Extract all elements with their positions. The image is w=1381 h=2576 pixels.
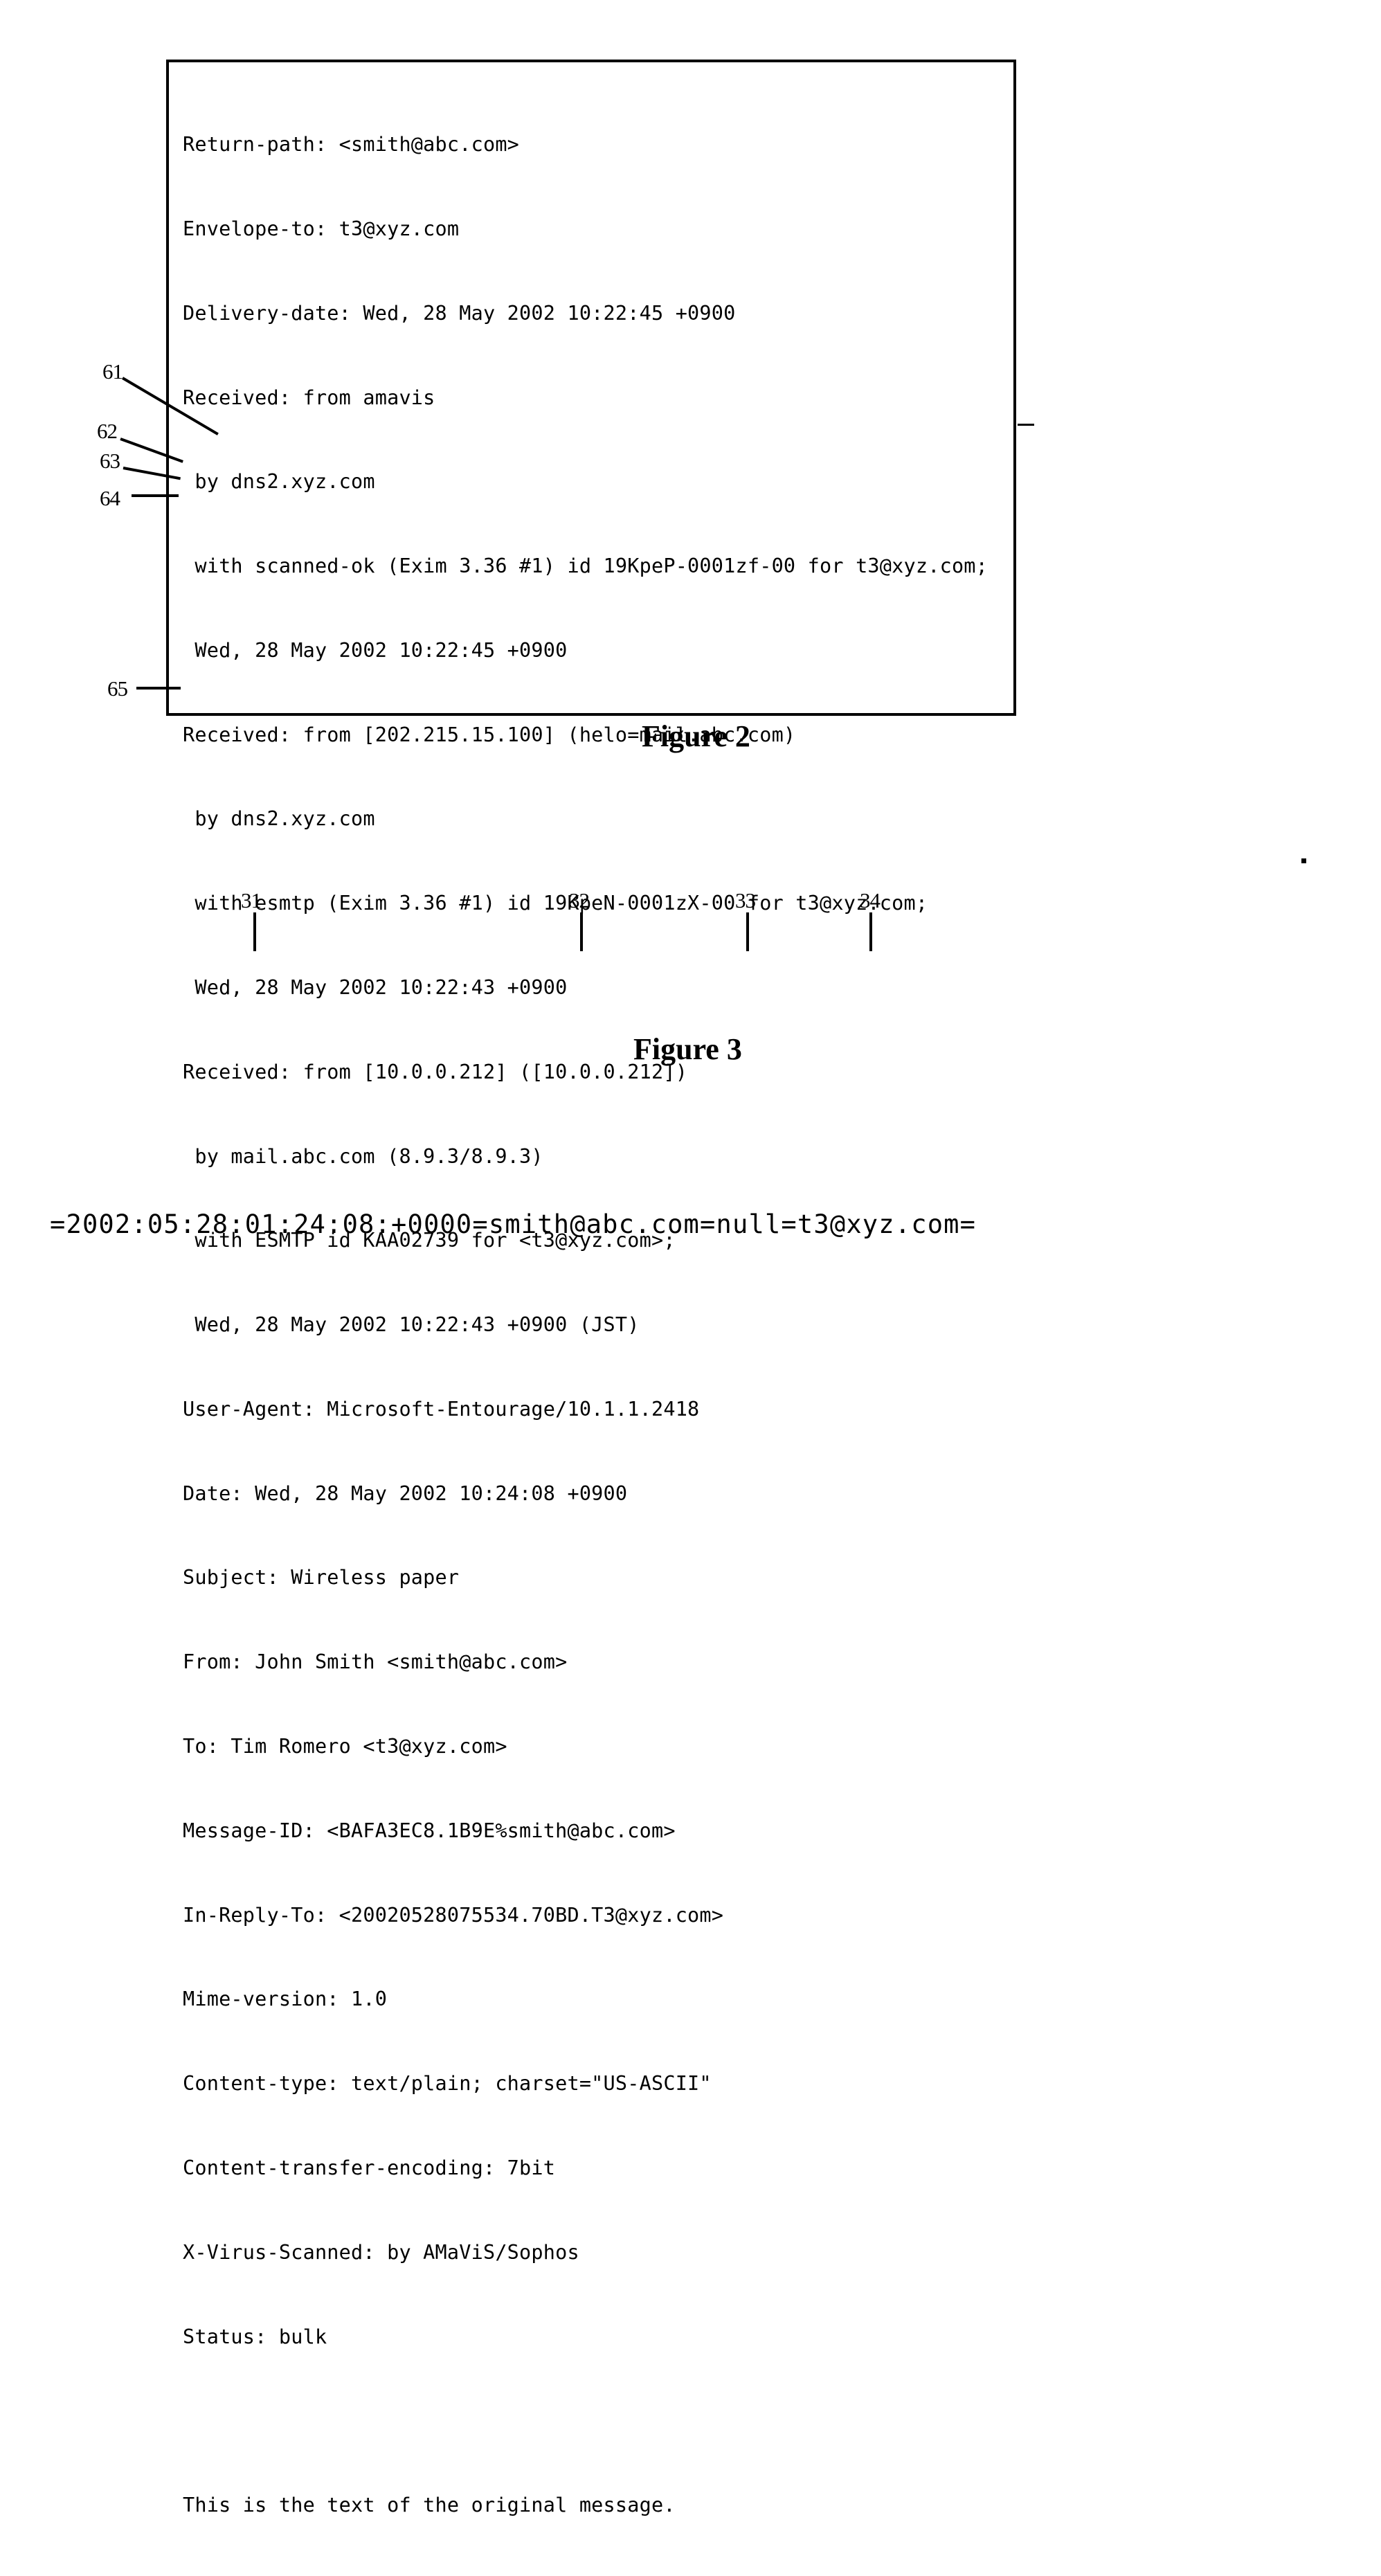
callout-64-label: 64 [100, 486, 120, 510]
stray-mark [1301, 858, 1306, 863]
header-line-status: Status: bulk [183, 2325, 327, 2348]
callout-61-label: 61 [102, 359, 123, 384]
callout-32-label: 32 [569, 888, 590, 912]
stray-mark [1018, 424, 1034, 426]
callout-34-label: 34 [860, 888, 881, 912]
callout-31-label: 31 [241, 888, 262, 912]
callout-62-label: 62 [97, 419, 118, 443]
header-line-to: To: Tim Romero <t3@xyz.com> [183, 1735, 507, 1758]
callout-64-leader-line [132, 494, 179, 497]
header-line-content-transfer-encoding: Content-transfer-encoding: 7bit [183, 2156, 556, 2179]
header-line-x-virus-scanned: X-Virus-Scanned: by AMaViS/Sophos [183, 2240, 579, 2264]
message-body-text: This is the text of the original message… [183, 2494, 676, 2517]
header-line-mime-version: Mime-version: 1.0 [183, 1988, 388, 2011]
header-line: Received: from [202.215.15.100] (helo=ma… [183, 723, 796, 746]
callout-34-tick [869, 912, 872, 951]
header-line-from: From: John Smith <smith@abc.com> [183, 1650, 568, 1674]
callout-65-label: 65 [107, 676, 128, 701]
header-line-user-agent: User-Agent: Microsoft-Entourage/10.1.1.2… [183, 1397, 700, 1421]
callout-33-label: 33 [735, 888, 756, 912]
header-line: with scanned-ok (Exim 3.36 #1) id 19KpeP… [183, 555, 989, 578]
header-line: Return-path: <smith@abc.com> [183, 133, 520, 156]
figure-3-encoded-string: =2002:05:28:01:24:08:+0000=smith@abc.com… [50, 1209, 977, 1239]
header-line: Wed, 28 May 2002 10:22:43 +0900 (JST) [183, 1313, 640, 1337]
header-line-message-id: Message-ID: <BAFA3EC8.1B9E%smith@abc.com… [183, 1819, 676, 1842]
header-line: Delivery-date: Wed, 28 May 2002 10:22:45… [183, 301, 736, 325]
header-line-subject: Subject: Wireless paper [183, 1566, 460, 1589]
header-line-content-type: Content-type: text/plain; charset="US-AS… [183, 2072, 712, 2096]
figure-2-caption: Figure 2 [642, 719, 750, 753]
header-line-date: Date: Wed, 28 May 2002 10:24:08 +0900 [183, 1481, 628, 1505]
figure-2-box: Return-path: <smith@abc.com> Envelope-to… [166, 60, 1016, 2516]
header-line: Received: from [10.0.0.212] ([10.0.0.212… [183, 1060, 688, 1083]
header-line: by dns2.xyz.com [183, 807, 375, 831]
header-line: Wed, 28 May 2002 10:22:45 +0900 [183, 638, 568, 662]
callout-63-label: 63 [100, 449, 120, 473]
figure-2-header-text: Return-path: <smith@abc.com> Envelope-to… [183, 75, 988, 2576]
callout-31-tick [253, 912, 256, 951]
header-line: by mail.abc.com (8.9.3/8.9.3) [183, 1144, 543, 1168]
callout-65-leader-line [136, 687, 181, 690]
figure-3-caption: Figure 3 [633, 1032, 742, 1066]
header-line: Envelope-to: t3@xyz.com [183, 217, 460, 240]
header-body-separator [183, 2407, 988, 2435]
header-line: Wed, 28 May 2002 10:22:43 +0900 [183, 976, 568, 999]
header-line: Received: from amavis [183, 386, 435, 409]
callout-33-tick [746, 912, 749, 951]
callout-32-tick [580, 912, 583, 951]
header-line-in-reply-to: In-Reply-To: <20020528075534.70BD.T3@xyz… [183, 1903, 724, 1927]
header-line: by dns2.xyz.com [183, 470, 375, 494]
